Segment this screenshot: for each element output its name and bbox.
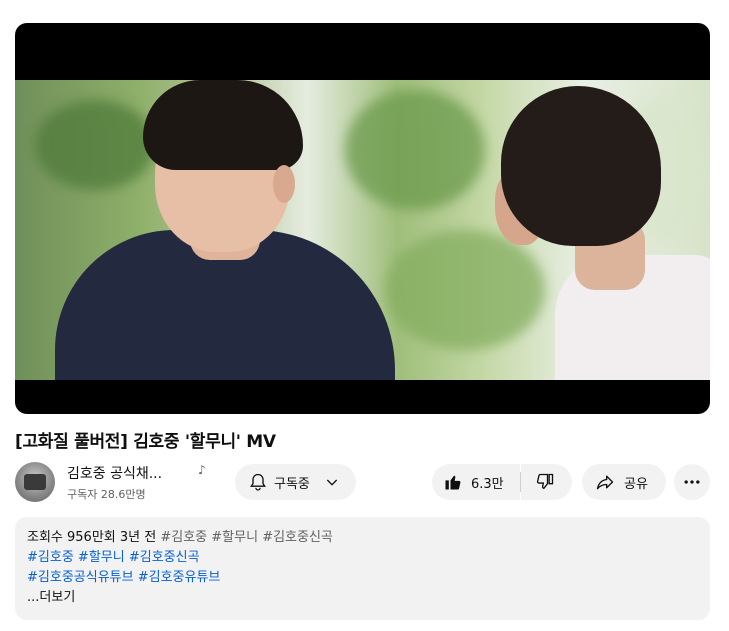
foliage-blur — [385, 230, 545, 350]
hashtag-link[interactable]: #김호중공식유튜브 — [27, 570, 134, 585]
foliage-blur — [35, 100, 155, 190]
more-actions-button[interactable] — [674, 464, 710, 500]
subscribe-label: 구독중 — [274, 476, 310, 492]
channel-avatar[interactable] — [15, 462, 55, 502]
like-button[interactable]: 6.3만 — [432, 464, 520, 500]
inline-tag[interactable]: #김호중 — [160, 530, 207, 545]
video-frame[interactable] — [15, 80, 710, 380]
inline-tag[interactable]: #김호중신곡 — [262, 530, 333, 545]
dislike-button[interactable] — [521, 464, 572, 500]
hashtag-row: #김호중 #할무니 #김호중신곡 — [27, 548, 698, 568]
thumbs-down-icon — [535, 472, 555, 492]
man-hair — [143, 80, 303, 170]
share-arrow-icon — [594, 472, 616, 492]
music-note-icon: ♪ — [198, 463, 206, 477]
video-player[interactable] — [15, 23, 710, 414]
subscribe-button[interactable]: 구독중 — [235, 464, 356, 500]
hashtag-row: #김호중공식유튜브 #김호중유튜브 — [27, 568, 698, 588]
hashtag-link[interactable]: #김호중신곡 — [129, 550, 200, 565]
description-meta-row: 조회수 956만회 3년 전 #김호중 #할무니 #김호중신곡 — [27, 528, 698, 548]
foliage-blur — [345, 90, 485, 210]
upload-age: 3년 전 — [119, 530, 157, 545]
video-title: [고화질 풀버전] 김호중 '할무니' MV — [15, 432, 276, 452]
hashtag-link[interactable]: #할무니 — [78, 550, 125, 565]
man-ear — [273, 165, 295, 203]
share-label: 공유 — [624, 476, 648, 492]
hashtag-link[interactable]: #김호중 — [27, 550, 74, 565]
share-button[interactable]: 공유 — [582, 464, 666, 500]
channel-name[interactable]: 김호중 공식채... — [67, 463, 162, 483]
woman-hair — [501, 86, 661, 246]
thumbs-up-icon — [443, 472, 463, 492]
description-box[interactable]: 조회수 956만회 3년 전 #김호중 #할무니 #김호중신곡 #김호중 #할무… — [15, 517, 710, 620]
more-horizontal-icon — [682, 472, 702, 492]
like-count: 6.3만 — [471, 476, 504, 492]
view-count: 조회수 956만회 — [27, 530, 116, 545]
hashtag-link[interactable]: #김호중유튜브 — [138, 570, 221, 585]
bell-icon — [248, 472, 268, 492]
subscriber-count: 구독자 28.6만명 — [67, 488, 146, 501]
chevron-down-icon — [324, 474, 340, 490]
show-more-link[interactable]: ...더보기 — [27, 588, 698, 608]
inline-tag[interactable]: #할무니 — [211, 530, 258, 545]
avatar-image — [24, 474, 46, 490]
